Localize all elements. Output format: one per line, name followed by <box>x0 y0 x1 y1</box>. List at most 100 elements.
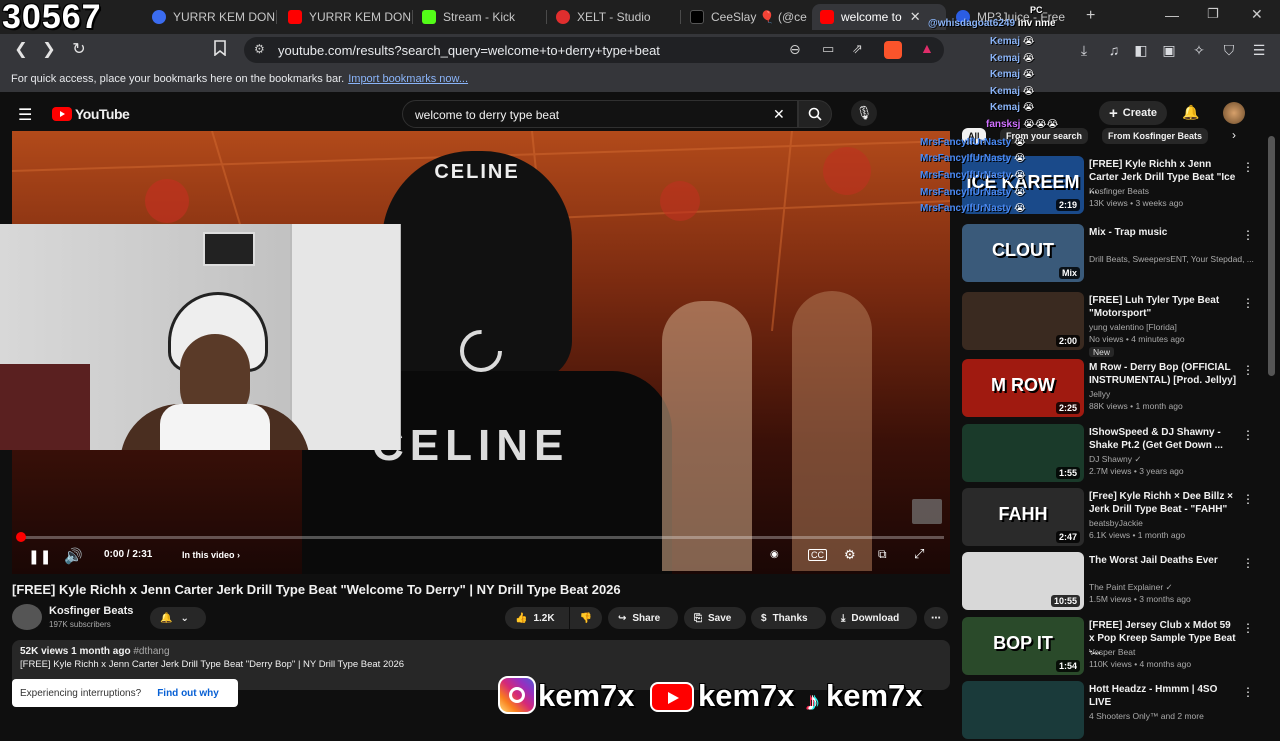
forward-icon[interactable]: ❯ <box>39 40 59 60</box>
address-bar[interactable]: ⚙ youtube.com/results?search_query=welco… <box>244 37 944 63</box>
volume-icon[interactable]: 🔊 <box>64 547 83 565</box>
progress-bar[interactable] <box>18 536 944 539</box>
autoplay-toggle-icon[interactable]: ◉ <box>770 549 779 560</box>
reload-icon[interactable]: ↻ <box>69 40 89 60</box>
back-icon[interactable]: ❮ <box>11 40 31 60</box>
recommendation-channel[interactable]: DJ Shawny ✓ <box>1089 454 1141 465</box>
recommendation-item[interactable]: 10:55 The Worst Jail Deaths Ever The Paint… <box>962 552 1262 612</box>
import-bookmarks-link[interactable]: Import bookmarks now... <box>348 73 468 85</box>
search-input[interactable]: welcome to derry type beat ✕ <box>402 100 798 128</box>
more-actions-button[interactable]: ⋯ <box>924 607 948 629</box>
clear-search-icon[interactable]: ✕ <box>773 106 785 123</box>
more-vertical-icon[interactable]: ⋮ <box>1242 363 1254 377</box>
recommendation-item[interactable]: CLOUT Mix Mix - Trap music Drill Beats, Swe… <box>962 224 1262 284</box>
create-button[interactable]: + Create <box>1099 101 1168 125</box>
hamburger-menu-icon[interactable]: ☰ <box>18 105 32 125</box>
recommendation-title[interactable]: M Row - Derry Bop (OFFICIAL INSTRUMENTAL… <box>1089 361 1239 387</box>
tab-yurrr-2[interactable]: YURRR KEM DON <box>280 4 412 30</box>
scrubber-handle[interactable] <box>16 532 26 542</box>
share-button[interactable]: ↪ Share <box>608 607 678 629</box>
recommendation-channel[interactable]: Jellyy <box>1089 389 1110 399</box>
tab-kick[interactable]: Stream - Kick <box>414 4 546 30</box>
recommendation-channel[interactable]: Drill Beats, SweepersENT, Your Stepdad, … <box>1089 254 1254 264</box>
recommendation-thumbnail[interactable] <box>962 681 1084 739</box>
recommendation-thumbnail[interactable]: 2:00 <box>962 292 1084 350</box>
in-this-video-button[interactable]: In this video › <box>182 550 240 560</box>
menu-icon[interactable]: ☰ <box>1250 41 1268 59</box>
brave-shield-icon[interactable] <box>884 41 902 59</box>
captions-icon[interactable]: CC <box>808 549 827 561</box>
download-button[interactable]: ⤓ Download <box>831 607 917 629</box>
window-close-icon[interactable]: ✕ <box>1251 6 1263 23</box>
voice-search-icon[interactable]: 🎙 <box>851 100 877 126</box>
more-vertical-icon[interactable]: ⋮ <box>1242 428 1254 442</box>
tab-welcome-active[interactable]: welcome to ✕ <box>812 4 946 30</box>
recommendation-thumbnail[interactable]: 10:55 <box>962 552 1084 610</box>
thanks-button[interactable]: $ Thanks <box>751 607 826 629</box>
subscribe-bell-button[interactable]: 🔔 ⌄ <box>150 607 206 629</box>
brave-rewards-icon[interactable]: ▲ <box>920 40 934 56</box>
page-scrollbar[interactable] <box>1268 136 1275 376</box>
more-vertical-icon[interactable]: ⋮ <box>1242 160 1254 174</box>
tab-yurrr-1[interactable]: YURRR KEM DON <box>144 4 276 30</box>
fullscreen-icon[interactable]: ⤢ <box>914 546 924 562</box>
restore-icon[interactable]: ❐ <box>1207 6 1219 22</box>
recommendation-title[interactable]: [FREE] Luh Tyler Type Beat "Motorsport" <box>1089 294 1239 320</box>
search-button[interactable] <box>798 100 832 128</box>
like-button[interactable]: 👍 1.2K <box>505 607 569 629</box>
zoom-icon[interactable]: ⊖ <box>789 41 801 58</box>
recommendation-item[interactable]: 1:55 IShowSpeed & DJ Shawny - Shake Pt.2 … <box>962 424 1262 484</box>
recommendation-item[interactable]: BOP IT 1:54 [FREE] Jersey Club x Mdot 59 x… <box>962 617 1262 677</box>
hashtag-link[interactable]: #dthang <box>133 646 169 657</box>
find-out-why-link[interactable]: Find out why <box>157 688 219 699</box>
close-icon[interactable]: ✕ <box>910 9 921 25</box>
recommendation-item[interactable]: Hott Headzz - Hmmm | 4SO LIVE 4 Shooters … <box>962 681 1262 741</box>
miniplayer-icon[interactable]: ⧉ <box>878 547 887 562</box>
recommendation-thumbnail[interactable]: FAHH 2:47 <box>962 488 1084 546</box>
recommendation-thumbnail[interactable]: M ROW 2:25 <box>962 359 1084 417</box>
tab-tiktok[interactable]: CeeSlay 🎈 (@ce <box>682 4 812 30</box>
end-card-thumbnail[interactable] <box>912 499 942 524</box>
recommendation-channel[interactable]: Vesper Beat <box>1089 647 1135 657</box>
ai-icon[interactable]: ✧ <box>1190 41 1208 59</box>
bookmark-icon[interactable] <box>210 40 230 60</box>
avatar[interactable] <box>1223 102 1245 124</box>
recommendation-title[interactable]: [Free] Kyle Richh × Dee Billz × Jerk Dri… <box>1089 490 1239 516</box>
recommendation-item[interactable]: FAHH 2:47 [Free] Kyle Richh × Dee Billz × … <box>962 488 1262 548</box>
dislike-button[interactable]: 👎 <box>570 607 602 629</box>
recommendation-item[interactable]: 2:00 [FREE] Luh Tyler Type Beat "Motorspo… <box>962 292 1262 357</box>
vpn-icon[interactable]: ⛉ <box>1220 41 1238 59</box>
recommendation-title[interactable]: The Worst Jail Deaths Ever <box>1089 554 1239 567</box>
sidebar-icon[interactable]: ◧ <box>1132 41 1150 59</box>
settings-gear-icon[interactable]: ⚙ <box>844 547 856 563</box>
chips-next-icon[interactable]: › <box>1232 128 1236 142</box>
recommendation-channel[interactable]: Kosfinger Beats <box>1089 186 1149 196</box>
more-vertical-icon[interactable]: ⋮ <box>1242 685 1254 699</box>
pause-icon[interactable]: ❚❚ <box>28 548 51 565</box>
more-vertical-icon[interactable]: ⋮ <box>1242 621 1254 635</box>
notifications-icon[interactable]: 🔔 <box>1182 104 1199 121</box>
recommendation-channel[interactable]: yung valentino [Florida] <box>1089 322 1177 332</box>
youtube-logo-icon[interactable] <box>52 107 72 121</box>
cast-icon[interactable]: ▭ <box>822 41 834 57</box>
recommendation-title[interactable]: Mix - Trap music <box>1089 226 1239 239</box>
recommendation-channel[interactable]: The Paint Explainer ✓ <box>1089 582 1173 593</box>
channel-name[interactable]: Kosfinger Beats <box>49 605 133 617</box>
music-icon[interactable]: ♫ <box>1105 41 1123 59</box>
recommendation-thumbnail[interactable]: CLOUT Mix <box>962 224 1084 282</box>
more-vertical-icon[interactable]: ⋮ <box>1242 492 1254 506</box>
wallet-icon[interactable]: ▣ <box>1160 41 1178 59</box>
youtube-logo-text[interactable]: YouTube <box>75 106 130 122</box>
channel-avatar[interactable] <box>12 604 42 630</box>
recommendation-channel[interactable]: beatsbyJackie <box>1089 518 1143 528</box>
recommendation-title[interactable]: IShowSpeed & DJ Shawny - Shake Pt.2 (Get… <box>1089 426 1239 452</box>
recommendation-title[interactable]: Hott Headzz - Hmmm | 4SO LIVE <box>1089 683 1239 709</box>
more-vertical-icon[interactable]: ⋮ <box>1242 556 1254 570</box>
recommendation-thumbnail[interactable]: 1:55 <box>962 424 1084 482</box>
tab-xelt[interactable]: XELT - Studio <box>548 4 680 30</box>
recommendation-thumbnail[interactable]: BOP IT 1:54 <box>962 617 1084 675</box>
save-button[interactable]: ⎘ Save <box>684 607 746 629</box>
more-vertical-icon[interactable]: ⋮ <box>1242 228 1254 242</box>
more-vertical-icon[interactable]: ⋮ <box>1242 296 1254 310</box>
chip-from-channel[interactable]: From Kosfinger Beats <box>1102 128 1209 144</box>
